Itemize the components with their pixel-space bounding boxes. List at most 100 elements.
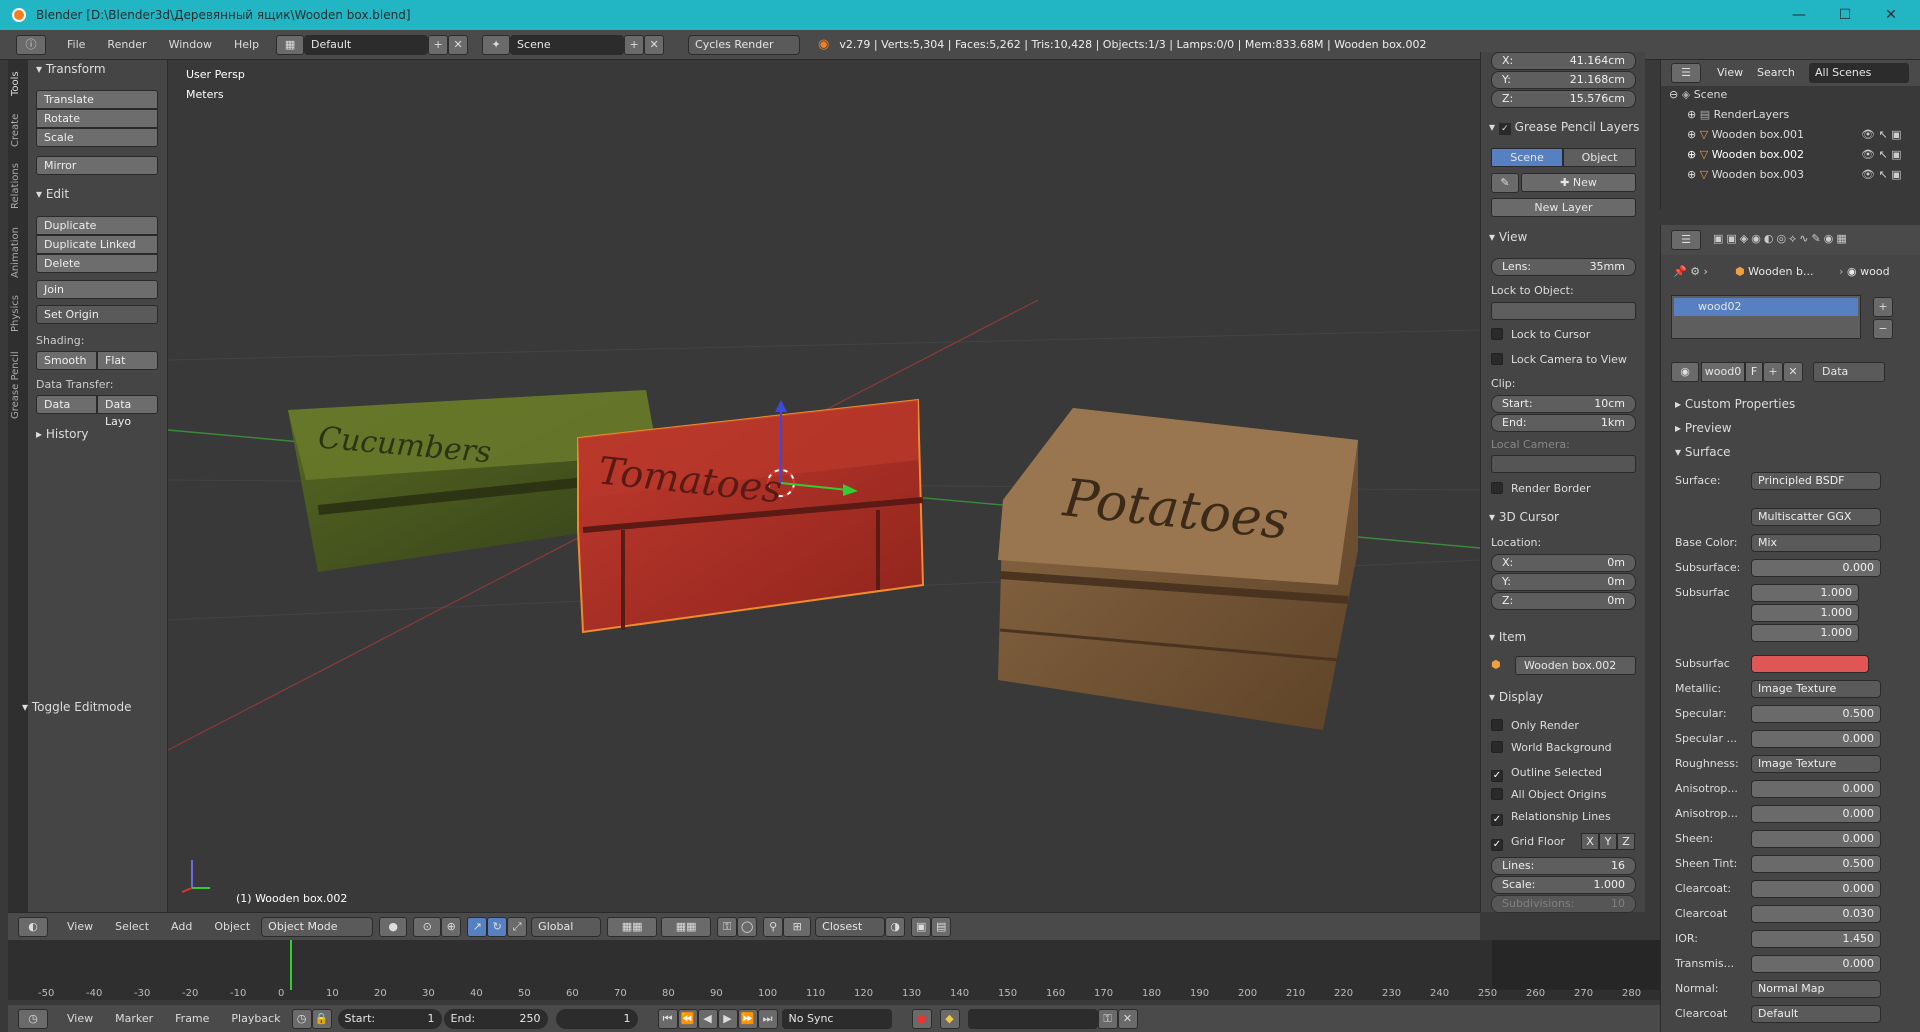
grid-axis-z-toggle[interactable]: Z	[1617, 833, 1635, 850]
clearcoat-roughness-field[interactable]: 0.030	[1751, 905, 1881, 923]
relationship-lines-checkbox[interactable]: ✓ Relationship Lines	[1491, 810, 1611, 826]
menu-render[interactable]: Render	[96, 38, 157, 51]
cursor-z-field[interactable]: Z: 0m	[1491, 592, 1636, 610]
clearcoat-normal-select[interactable]: Default	[1751, 1005, 1881, 1023]
object-name-input[interactable]: Wooden box.002	[1515, 656, 1636, 675]
outliner-item-renderlayers[interactable]: ⊕ ▤ RenderLayers	[1687, 108, 1789, 121]
snap-target-select[interactable]: Closest	[815, 916, 886, 937]
anisotropic-rotation-field[interactable]: 0.000	[1751, 805, 1881, 823]
render-preview-icon[interactable]: ◑	[885, 916, 906, 937]
join-button[interactable]: Join	[36, 280, 158, 299]
start-frame-field[interactable]: Start: 1	[337, 1008, 442, 1029]
cursor-x-field[interactable]: X: 0m	[1491, 554, 1636, 572]
mirror-button[interactable]: Mirror	[36, 156, 158, 175]
translate-button[interactable]: Translate	[36, 90, 158, 109]
crate-tomatoes[interactable]	[577, 398, 925, 634]
menu-help[interactable]: Help	[223, 38, 270, 51]
insert-key-icon[interactable]: ⚿	[1097, 1008, 1118, 1029]
outliner-search-menu[interactable]: Search	[1757, 66, 1795, 79]
menu-file[interactable]: File	[56, 38, 96, 51]
outline-selected-checkbox[interactable]: ✓ Outline Selected	[1491, 766, 1602, 782]
smooth-button[interactable]: Smooth	[36, 351, 97, 370]
play-reverse-icon[interactable]: ◀	[697, 1008, 718, 1029]
fake-user-button[interactable]: F	[1745, 362, 1763, 382]
distribution-select[interactable]: Multiscatter GGX	[1751, 508, 1881, 526]
orientation-select[interactable]: Global	[531, 916, 602, 937]
minimize-button[interactable]: —	[1776, 0, 1822, 30]
new-layer-button[interactable]: New Layer	[1491, 198, 1636, 217]
tab-tools[interactable]: Tools	[10, 66, 26, 102]
tab-animation[interactable]: Animation	[10, 222, 26, 284]
lock-to-cursor-checkbox[interactable]: Lock to Cursor	[1491, 328, 1590, 341]
select-menu[interactable]: Select	[104, 920, 160, 933]
viewport-shading-icon[interactable]: ●	[379, 916, 408, 937]
display-panel-header[interactable]: ▾ Display	[1489, 690, 1543, 704]
crate-potatoes[interactable]	[998, 408, 1358, 730]
clearcoat-field[interactable]: 0.000	[1751, 880, 1881, 898]
render-engine-select[interactable]: Cycles Render	[688, 34, 801, 55]
tl-frame-menu[interactable]: Frame	[164, 1012, 220, 1025]
unlink-material-icon[interactable]: ✕	[1783, 362, 1803, 382]
subsurface-color-swatch[interactable]	[1751, 655, 1869, 673]
outliner-filter-select[interactable]: All Scenes	[1809, 63, 1909, 83]
layers-a-icon[interactable]: ▦▦	[607, 916, 658, 937]
location-x-field[interactable]: X: 41.164cm	[1491, 52, 1636, 70]
location-y-field[interactable]: Y: 21.168cm	[1491, 71, 1636, 89]
lens-field[interactable]: Lens: 35mm	[1491, 258, 1636, 276]
layout-selector[interactable]: Default	[304, 34, 429, 55]
visibility-icon[interactable]: 👁 ↖ ▣	[1861, 128, 1902, 141]
visibility-icon[interactable]: 👁 ↖ ▣	[1861, 168, 1902, 181]
specular-tint-field[interactable]: 0.000	[1751, 730, 1881, 748]
grid-lines-field[interactable]: Lines: 16	[1491, 857, 1636, 875]
clip-end-field[interactable]: End: 1km	[1491, 414, 1636, 432]
base-color-select[interactable]: Mix	[1751, 534, 1881, 552]
surface-panel-header[interactable]: ▾ Surface	[1675, 445, 1731, 459]
scene-selector[interactable]: Scene	[510, 34, 625, 55]
add-slot-icon[interactable]: +	[1873, 297, 1893, 317]
normal-select[interactable]: Normal Map	[1751, 980, 1881, 998]
render-border-checkbox[interactable]: Render Border	[1491, 482, 1591, 495]
outliner-editor-icon[interactable]: ☰	[1671, 63, 1701, 83]
preview-header[interactable]: ▸ Preview	[1675, 421, 1732, 435]
tl-marker-menu[interactable]: Marker	[104, 1012, 164, 1025]
pivot-icon[interactable]: ⊙	[413, 916, 442, 937]
jump-key-next-icon[interactable]: ⏩	[737, 1008, 758, 1029]
scene-icon[interactable]: ✦	[482, 34, 511, 55]
translate-manip-icon[interactable]: ↗	[467, 916, 488, 937]
current-frame-field[interactable]: 1	[555, 1008, 638, 1029]
scale-manip-icon[interactable]: ⤢	[507, 916, 528, 937]
duplicate-linked-button[interactable]: Duplicate Linked	[36, 235, 158, 254]
gp-object-tab[interactable]: Object	[1563, 148, 1636, 167]
gp-layers-checkbox[interactable]: ✓	[1498, 123, 1511, 135]
outliner-item-box-001[interactable]: ⊕ ▽ Wooden box.001	[1687, 128, 1804, 141]
item-panel-header[interactable]: ▾ Item	[1489, 630, 1526, 644]
opengl-render-icon[interactable]: ▣	[911, 916, 932, 937]
editor-type-icon-timeline[interactable]: ◷	[18, 1008, 48, 1029]
tl-view-menu[interactable]: View	[56, 1012, 104, 1025]
rotate-manip-icon[interactable]: ↻	[487, 916, 508, 937]
tab-relations[interactable]: Relations	[10, 158, 26, 214]
maximize-button[interactable]: ☐	[1822, 0, 1868, 30]
timeline[interactable]: -50 -40 -30 -20 -10 0 10 20 30 40 50 60 70 80 90 100 110…	[8, 940, 1660, 1000]
proportional-edit-icon[interactable]: ◯	[737, 916, 758, 937]
outliner-item-box-002[interactable]: ⊕ ▽ Wooden box.002	[1687, 148, 1804, 161]
record-icon[interactable]: ●	[911, 1008, 932, 1029]
tab-grease-pencil[interactable]: Grease Pencil	[10, 345, 26, 425]
specular-field[interactable]: 0.500	[1751, 705, 1881, 723]
layers-b-icon[interactable]: ▦▦	[661, 916, 712, 937]
3d-viewport[interactable]: User Persp Meters (1) Wooden box.002 Cuc…	[168, 60, 1480, 912]
material-name-field[interactable]: wood0	[1701, 362, 1745, 382]
snap-toggle-icon[interactable]: ⚲	[763, 916, 784, 937]
outliner-item-scene[interactable]: ⊖ ◈ Scene	[1669, 88, 1727, 101]
gp-scene-tab[interactable]: Scene	[1491, 148, 1563, 167]
edit-panel-header[interactable]: ▾ Edit	[36, 187, 69, 201]
all-origins-checkbox[interactable]: All Object Origins	[1491, 788, 1606, 801]
tab-create[interactable]: Create	[10, 108, 26, 152]
preview-range-icon[interactable]: ◷	[291, 1008, 312, 1029]
remove-slot-icon[interactable]: −	[1873, 319, 1893, 339]
lock-object-field[interactable]	[1491, 302, 1636, 320]
close-button[interactable]: ✕	[1868, 0, 1914, 30]
remove-layout-icon[interactable]: ✕	[448, 34, 469, 55]
delete-key-icon[interactable]: ✕	[1117, 1008, 1138, 1029]
layout-icon[interactable]: ▦	[276, 34, 305, 55]
